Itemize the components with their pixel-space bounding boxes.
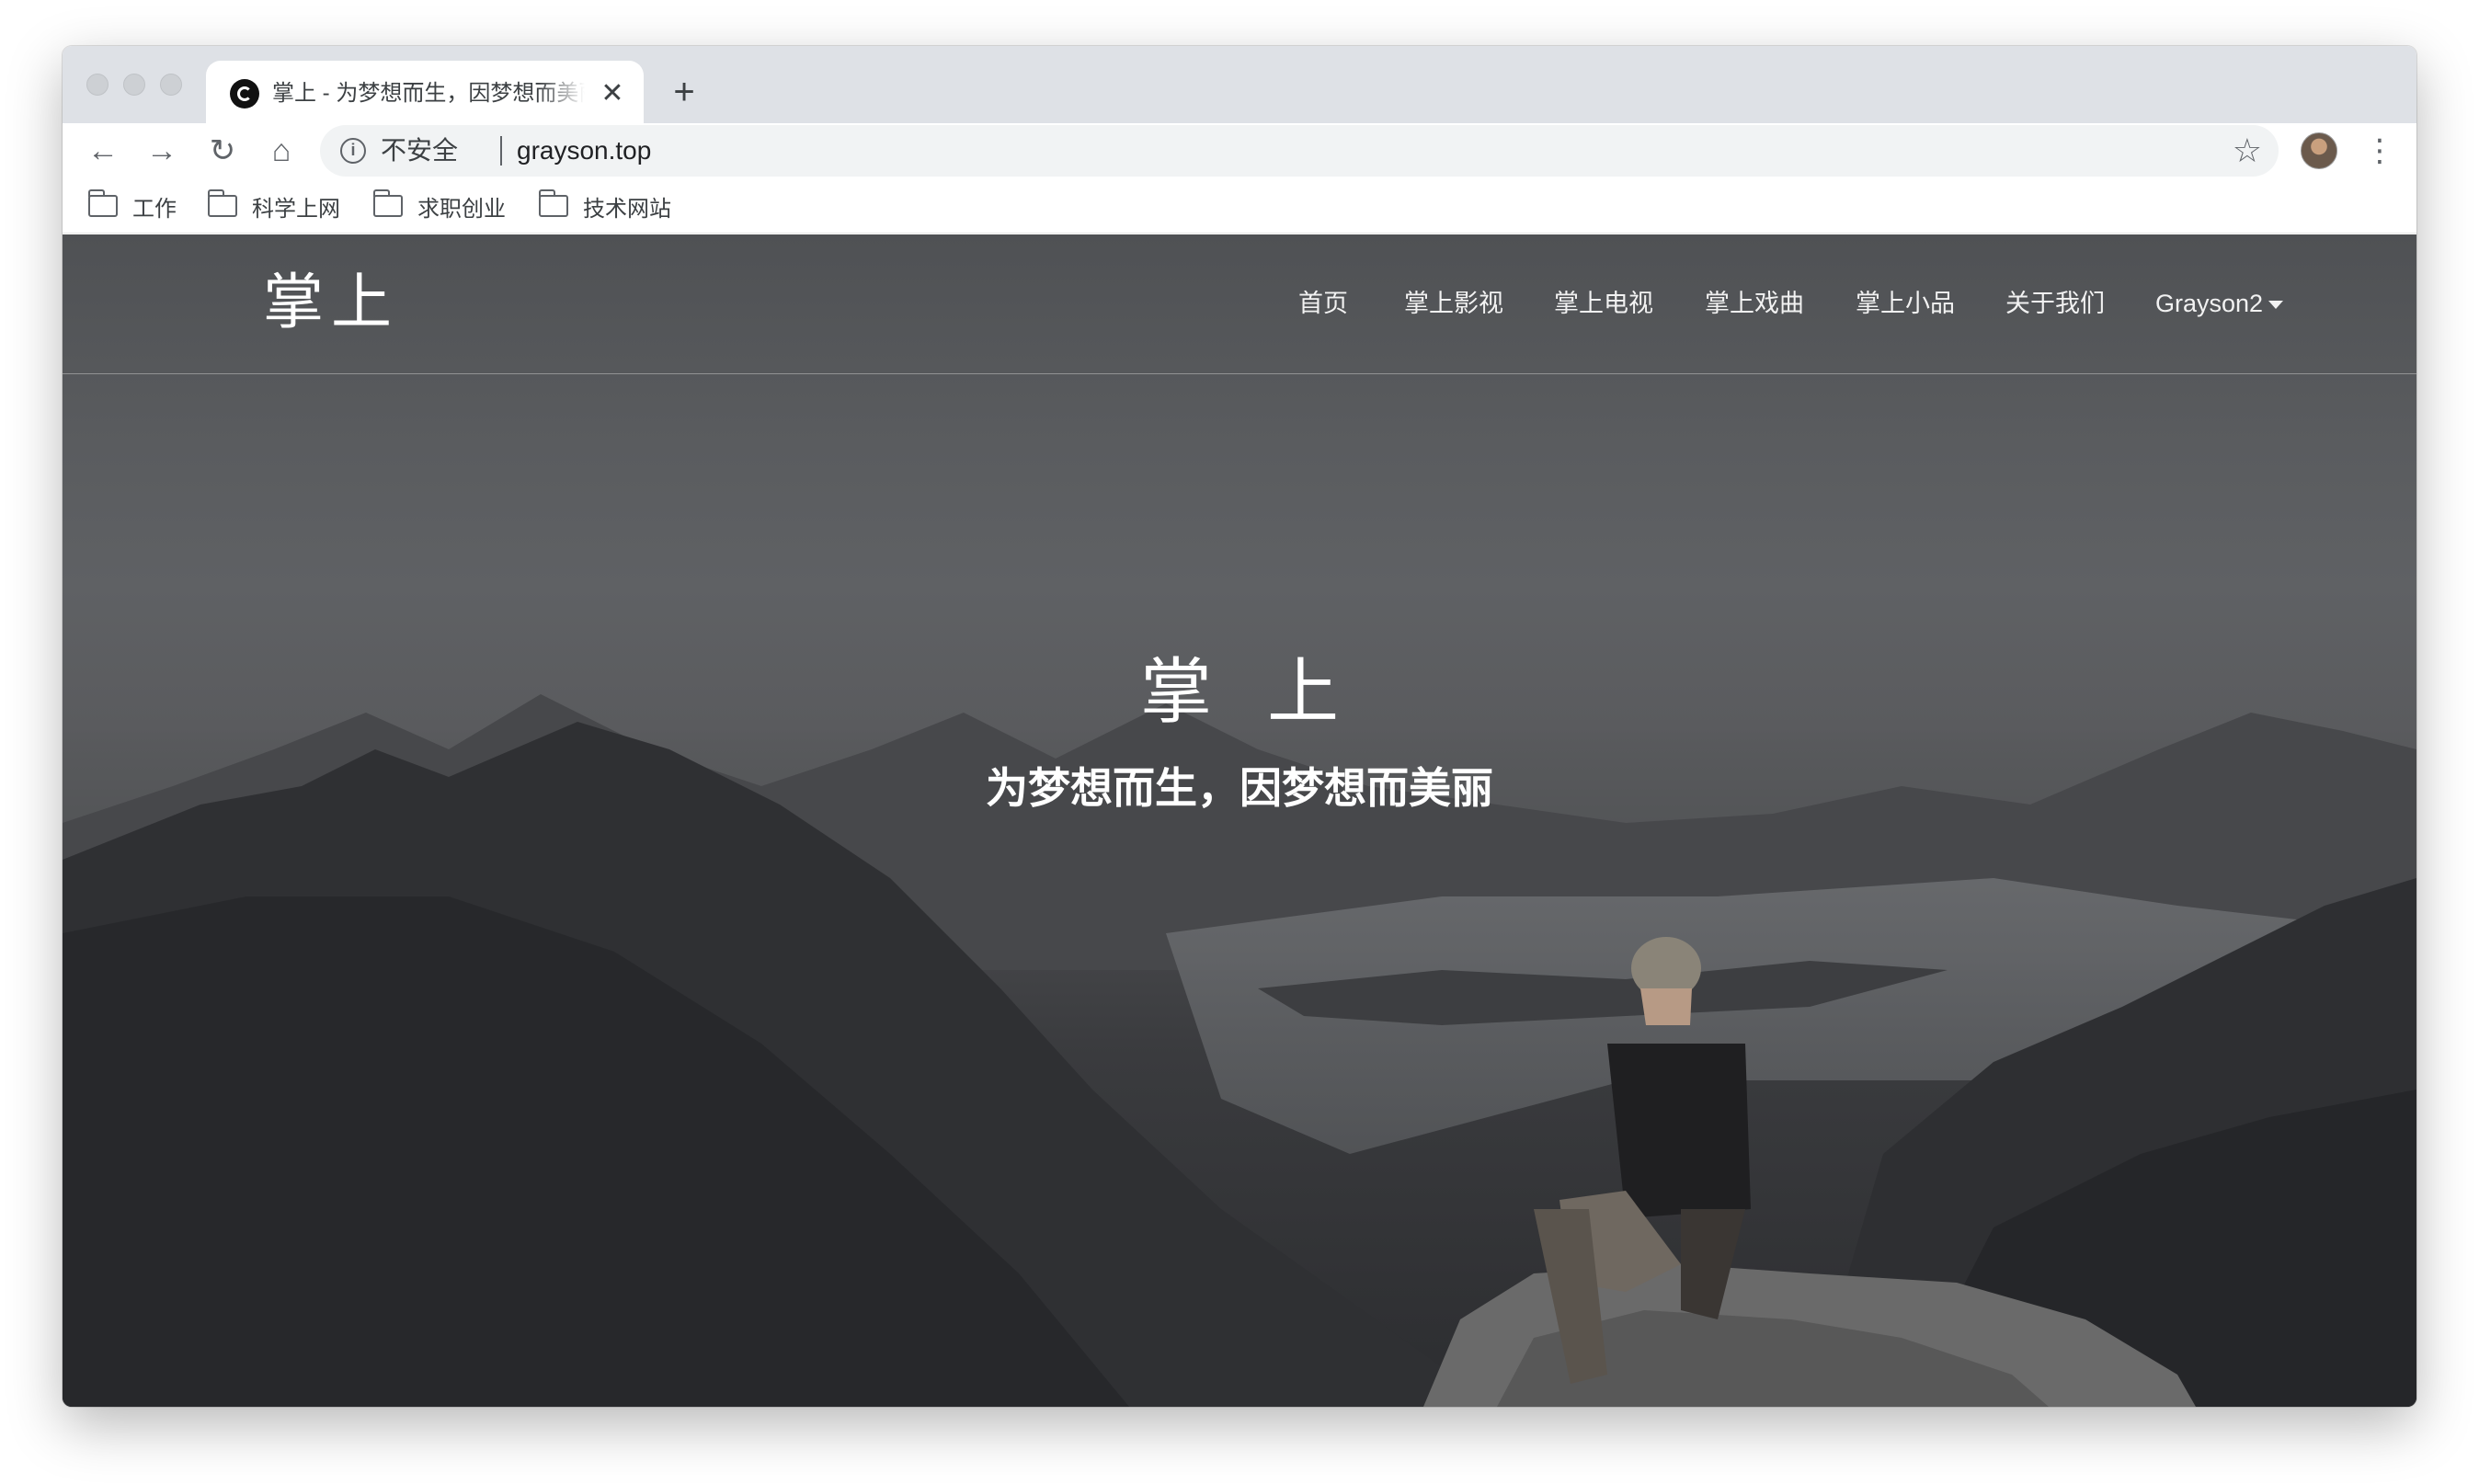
nav-item-sketch[interactable]: 掌上小品 [1856, 288, 1955, 319]
site-favicon-icon [230, 79, 259, 108]
nav-item-user-dropdown[interactable]: Grayson2 [2155, 288, 2284, 319]
info-icon[interactable]: i [340, 138, 366, 164]
browser-toolbar: ← → ↻ ⌂ i 不安全 grayson.top ☆ ⋮ [63, 123, 2416, 178]
tab-close-icon[interactable]: ✕ [596, 77, 629, 110]
bookmark-folder-work[interactable]: 工作 [87, 189, 177, 222]
nav-item-opera[interactable]: 掌上戏曲 [1705, 288, 1804, 319]
folder-icon [87, 189, 118, 217]
tab-title: 掌上 - 为梦想而生，因梦想而美丽 [272, 81, 585, 106]
browser-tab[interactable]: 掌上 - 为梦想而生，因梦想而美丽 ✕ [206, 61, 644, 123]
folder-icon [538, 189, 568, 217]
bookmark-label: 求职创业 [417, 196, 506, 222]
folder-icon [207, 189, 237, 217]
url-text[interactable]: grayson.top [517, 136, 651, 166]
new-tab-button[interactable]: + [666, 74, 703, 110]
web-page: 掌上 首页 掌上影视 掌上电视 掌上戏曲 掌上小品 关于我们 Grayson2 … [63, 234, 2416, 1407]
profile-avatar[interactable] [2301, 132, 2337, 169]
bookmark-star-icon[interactable]: ☆ [2233, 132, 2262, 169]
more-menu-icon[interactable]: ⋮ [2361, 131, 2398, 171]
folder-icon [372, 189, 403, 217]
bookmark-folder-jobs[interactable]: 求职创业 [372, 189, 506, 222]
site-logo[interactable]: 掌上 [263, 268, 399, 337]
bookmark-folder-science[interactable]: 科学上网 [207, 189, 340, 222]
site-navbar: 掌上 首页 掌上影视 掌上电视 掌上戏曲 掌上小品 关于我们 Grayson2 [63, 234, 2416, 374]
window-maximize-button[interactable] [160, 74, 182, 96]
hero-subtitle: 为梦想而生，因梦想而美丽 [986, 764, 1493, 812]
reload-icon[interactable]: ↻ [202, 131, 243, 171]
nav-item-movies[interactable]: 掌上影视 [1404, 288, 1503, 319]
security-status-label[interactable]: 不安全 [381, 136, 458, 166]
caret-down-icon [2268, 301, 2284, 310]
bookmark-label: 技术网站 [583, 196, 671, 222]
forward-arrow-icon[interactable]: → [142, 131, 182, 171]
address-bar[interactable]: i 不安全 grayson.top ☆ [320, 125, 2279, 177]
hero-title: 掌上 [1139, 651, 1394, 734]
bookmark-folder-tech[interactable]: 技术网站 [538, 189, 671, 222]
address-separator [500, 136, 502, 166]
tab-strip: 掌上 - 为梦想而生，因梦想而美丽 ✕ + [63, 46, 2416, 123]
home-icon[interactable]: ⌂ [261, 131, 302, 171]
nav-item-home[interactable]: 首页 [1298, 288, 1348, 319]
window-minimize-button[interactable] [123, 74, 145, 96]
nav-item-tv[interactable]: 掌上电视 [1554, 288, 1653, 319]
bookmark-label: 工作 [132, 196, 177, 222]
hero-background-image [63, 694, 2416, 1407]
bookmark-label: 科学上网 [252, 196, 340, 222]
window-close-button[interactable] [86, 74, 109, 96]
nav-item-about[interactable]: 关于我们 [2005, 288, 2105, 319]
bookmarks-bar: 工作 科学上网 求职创业 技术网站 [63, 178, 2416, 234]
user-name: Grayson2 [2155, 290, 2264, 317]
back-arrow-icon[interactable]: ← [83, 131, 123, 171]
browser-window: 掌上 - 为梦想而生，因梦想而美丽 ✕ + ← → ↻ ⌂ i 不安全 gray… [63, 46, 2416, 1407]
